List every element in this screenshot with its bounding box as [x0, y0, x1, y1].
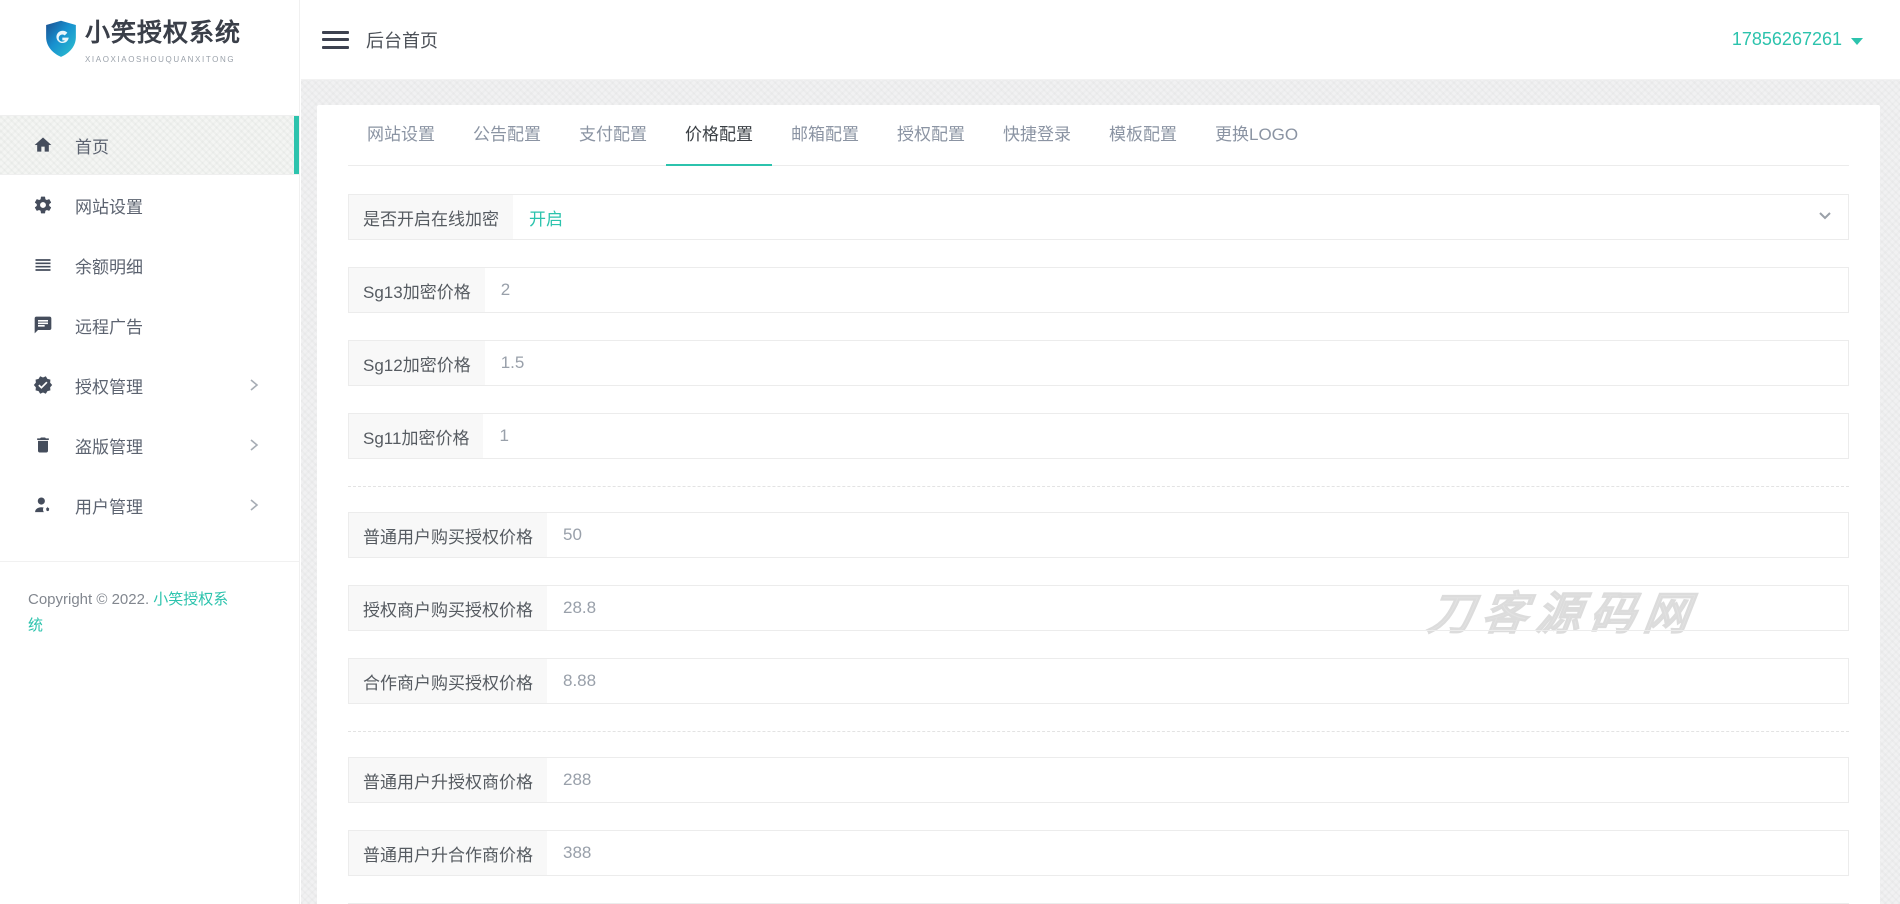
list-icon: [33, 255, 53, 275]
account-dropdown[interactable]: 17856267261: [1732, 29, 1863, 50]
tab-quick-login[interactable]: 快捷登录: [984, 105, 1090, 166]
chevron-right-icon: [249, 438, 259, 452]
message-icon: [33, 315, 53, 335]
sg13-price-input[interactable]: [484, 268, 1848, 312]
caret-down-icon: [1851, 37, 1863, 45]
sidebar-item-piracy-manage[interactable]: 盗版管理: [0, 415, 299, 475]
sidebar-item-site-settings[interactable]: 网站设置: [0, 175, 299, 235]
app-root: 小笑授权系统 XIAOXIAOSHOUQUANXITONG 首页 网站设置 余额…: [0, 0, 1900, 904]
field-label: 合作商户购买授权价格: [349, 659, 547, 703]
sidebar-item-balance-detail[interactable]: 余额明细: [0, 235, 299, 295]
sidebar-nav: 首页 网站设置 余额明细 远程广告 授权管理 盗版管理 用户管理: [0, 115, 299, 535]
page-title: 后台首页: [366, 30, 438, 51]
price-config-form: 是否开启在线加密 开启 Sg13加密价格 Sg12加密价格: [348, 166, 1849, 904]
tab-change-logo[interactable]: 更换LOGO: [1196, 105, 1317, 166]
sidebar-item-label: 远程广告: [75, 317, 143, 337]
sidebar-item-remote-ads[interactable]: 远程广告: [0, 295, 299, 355]
chevron-right-icon: [249, 498, 259, 512]
section-divider: [348, 731, 1849, 732]
chevron-right-icon: [249, 378, 259, 392]
sidebar-item-label: 用户管理: [75, 497, 143, 517]
logo-title: 小笑授权系统: [85, 18, 242, 47]
home-icon: [33, 135, 53, 155]
sidebar-item-label: 余额明细: [75, 257, 143, 277]
section-divider: [348, 486, 1849, 487]
sidebar-item-auth-manage[interactable]: 授权管理: [0, 355, 299, 415]
sidebar-item-label: 首页: [75, 137, 109, 157]
form-row-partner-merchant-price: 合作商户购买授权价格: [348, 658, 1849, 704]
form-row-auth-merchant-price: 授权商户购买授权价格: [348, 585, 1849, 631]
logo-subtitle: XIAOXIAOSHOUQUANXITONG: [85, 55, 236, 64]
shield-logo-icon: [44, 20, 78, 60]
account-number: 17856267261: [1731, 29, 1842, 49]
tab-announcement-config[interactable]: 公告配置: [454, 105, 560, 166]
sg12-price-input[interactable]: [484, 341, 1848, 385]
field-label: 授权商户购买授权价格: [349, 586, 547, 630]
logo[interactable]: 小笑授权系统 XIAOXIAOSHOUQUANXITONG: [0, 0, 299, 80]
form-row-upgrade-partner-merchant: 普通用户升合作商价格: [348, 830, 1849, 876]
copyright: Copyright © 2022. 小笑授权系统: [0, 561, 299, 640]
field-label: 普通用户升授权商价格: [349, 758, 547, 802]
upgrade-partner-merchant-price-input[interactable]: [547, 831, 1848, 875]
chevron-down-icon: [1817, 207, 1833, 228]
sidebar-item-label: 盗版管理: [75, 437, 143, 457]
sg11-price-input[interactable]: [483, 414, 1848, 458]
tab-site-config[interactable]: 网站设置: [348, 105, 454, 166]
tab-auth-config[interactable]: 授权配置: [878, 105, 984, 166]
field-label: 普通用户升合作商价格: [349, 831, 547, 875]
tabs-bar: 网站设置 公告配置 支付配置 价格配置 邮箱配置 授权配置 快捷登录 模板配置 …: [348, 105, 1849, 166]
sidebar-item-user-manage[interactable]: 用户管理: [0, 475, 299, 535]
field-label: Sg11加密价格: [349, 414, 484, 458]
tab-price-config[interactable]: 价格配置: [666, 105, 772, 166]
upgrade-auth-merchant-price-input[interactable]: [547, 758, 1848, 802]
sidebar-item-label: 授权管理: [75, 377, 143, 397]
copyright-text: Copyright © 2022.: [28, 591, 154, 608]
topbar: 后台首页 17856267261: [301, 0, 1900, 80]
auth-merchant-price-input[interactable]: [547, 586, 1848, 630]
sidebar-item-label: 网站设置: [75, 197, 143, 217]
form-row-online-encrypt: 是否开启在线加密 开启: [348, 194, 1849, 240]
form-row-sg12: Sg12加密价格: [348, 340, 1849, 386]
badge-check-icon: [33, 375, 53, 395]
partner-merchant-price-input[interactable]: [547, 659, 1848, 703]
tab-email-config[interactable]: 邮箱配置: [772, 105, 878, 166]
sidebar-item-home[interactable]: 首页: [0, 115, 299, 175]
select-value: 开启: [529, 209, 563, 229]
field-label: Sg12加密价格: [349, 341, 485, 385]
gear-icon: [33, 195, 53, 215]
form-row-sg11: Sg11加密价格: [348, 413, 1849, 459]
normal-user-price-input[interactable]: [547, 513, 1848, 557]
trash-icon: [33, 435, 53, 455]
field-label: 普通用户购买授权价格: [349, 513, 547, 557]
main-content: 网站设置 公告配置 支付配置 价格配置 邮箱配置 授权配置 快捷登录 模板配置 …: [301, 80, 1900, 904]
online-encrypt-select[interactable]: 开启: [513, 195, 1848, 239]
tab-payment-config[interactable]: 支付配置: [560, 105, 666, 166]
tab-template-config[interactable]: 模板配置: [1090, 105, 1196, 166]
field-label: Sg13加密价格: [349, 268, 485, 312]
field-label: 是否开启在线加密: [349, 195, 513, 239]
settings-card: 网站设置 公告配置 支付配置 价格配置 邮箱配置 授权配置 快捷登录 模板配置 …: [317, 105, 1880, 904]
user-gear-icon: [33, 495, 53, 515]
form-row-sg13: Sg13加密价格: [348, 267, 1849, 313]
form-row-upgrade-auth-merchant: 普通用户升授权商价格: [348, 757, 1849, 803]
hamburger-icon[interactable]: [322, 26, 349, 53]
sidebar: 小笑授权系统 XIAOXIAOSHOUQUANXITONG 首页 网站设置 余额…: [0, 0, 300, 904]
form-row-normal-user-price: 普通用户购买授权价格: [348, 512, 1849, 558]
